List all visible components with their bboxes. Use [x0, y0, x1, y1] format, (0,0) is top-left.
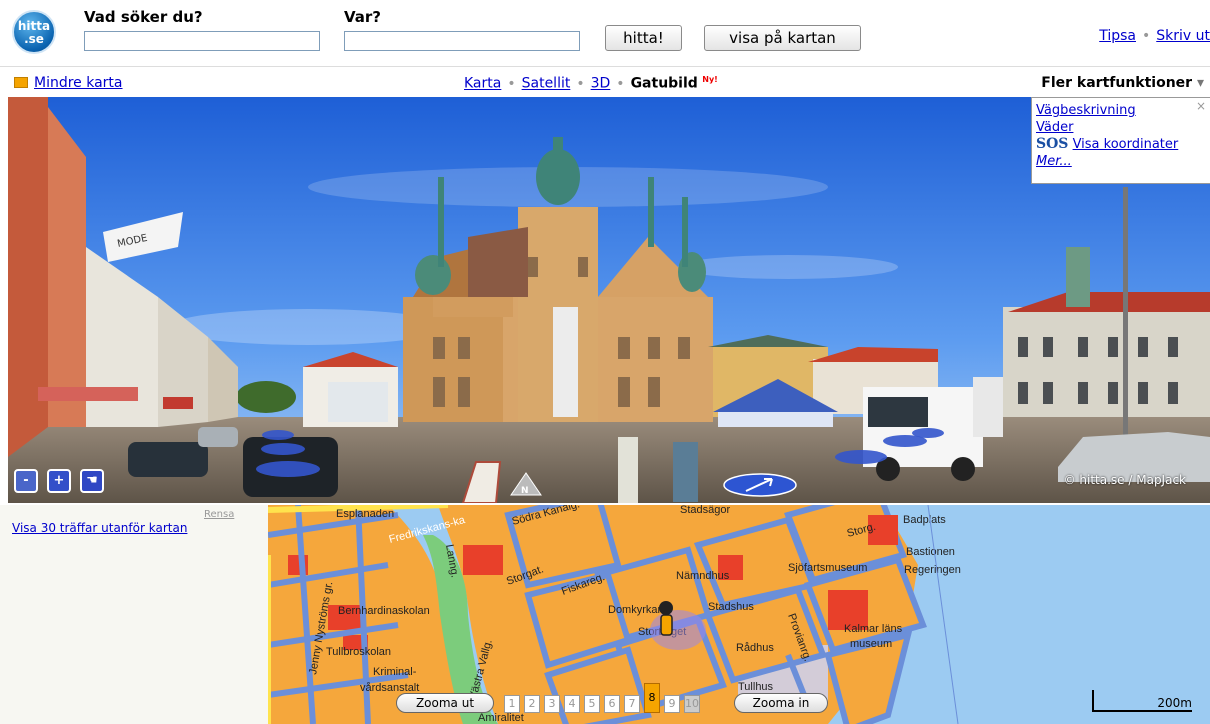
- more-map-functions[interactable]: Fler kartfunktioner ▾: [1041, 75, 1204, 91]
- clear-link[interactable]: Rensa: [204, 509, 234, 520]
- map-label-kalmar-lans: Kalmar läns: [844, 623, 903, 635]
- map-label-stadshus: Stadshus: [708, 601, 754, 613]
- close-icon[interactable]: ×: [1196, 98, 1206, 115]
- zoom-level-4[interactable]: 4: [564, 695, 580, 713]
- separator: •: [1141, 28, 1151, 44]
- more-link[interactable]: Mer...: [1036, 153, 1206, 170]
- map-label-sjofartsmuseum: Sjöfartsmuseum: [788, 562, 867, 574]
- map-label-esplanaden: Esplanaden: [336, 508, 394, 520]
- tipsa-link[interactable]: Tipsa: [1099, 28, 1136, 44]
- zoom-level-3[interactable]: 3: [544, 695, 560, 713]
- photo-copyright: © hitta.se / MapJack: [1063, 473, 1186, 487]
- map-label-domkyrkan: Domkyrkan: [608, 604, 664, 616]
- zoom-level-2[interactable]: 2: [524, 695, 540, 713]
- zoom-level-9[interactable]: 9: [664, 695, 680, 713]
- more-functions-popup: × Vägbeskrivning Väder SOS Visa koordina…: [1031, 97, 1210, 184]
- hitta-logo[interactable]: hitta .se: [12, 10, 56, 54]
- map-label-tullhus: Tullhus: [738, 681, 774, 693]
- print-link[interactable]: Skriv ut: [1156, 28, 1210, 44]
- separator: •: [576, 75, 585, 92]
- results-panel: [0, 505, 268, 724]
- search-button[interactable]: hitta!: [605, 25, 682, 51]
- more-map-functions-label: Fler kartfunktioner: [1041, 75, 1193, 91]
- map-label-museum: museum: [850, 638, 892, 650]
- map-label-tullbroskolan: Tullbroskolan: [326, 646, 391, 658]
- zoom-level-1[interactable]: 1: [504, 695, 520, 713]
- zoom-level-8[interactable]: 8: [644, 683, 660, 713]
- dropdown-arrow-icon: ▾: [1196, 75, 1204, 91]
- map-scale: 200m: [1092, 690, 1192, 712]
- city-map[interactable]: Esplanaden Fredrikskans-ka Södra Kanalg.…: [268, 505, 1210, 724]
- smaller-map-link[interactable]: Mindre karta: [34, 75, 123, 91]
- zoom-level-5[interactable]: 5: [584, 695, 600, 713]
- separator: •: [507, 75, 516, 92]
- view-switcher: Karta • Satellit • 3D • Gatubild Ny!: [464, 75, 718, 92]
- map-label-bastionen: Bastionen: [906, 546, 955, 558]
- map-label-amiralitet: Amiralitet: [478, 712, 524, 724]
- separator: •: [616, 75, 625, 92]
- sos-logo: SOS: [1036, 136, 1069, 152]
- zoom-level-7[interactable]: 7: [624, 695, 640, 713]
- compass-label: N: [521, 486, 529, 496]
- map-label-namndhus: Nämndhus: [676, 570, 730, 582]
- show-outside-results-link[interactable]: Visa 30 träffar utanför kartan: [12, 521, 187, 535]
- hand-pan-icon[interactable]: ☚: [80, 469, 104, 493]
- map-label-radhus: Rådhus: [736, 642, 774, 654]
- map-label-kriminal: Kriminal-: [373, 666, 417, 678]
- zoom-level-6[interactable]: 6: [604, 695, 620, 713]
- new-badge: Ny!: [702, 75, 718, 84]
- header-links: Tipsa • Skriv ut: [1099, 28, 1210, 44]
- map-label-stadsagor: Stadsägor: [680, 505, 730, 516]
- zoom-in-photo-icon[interactable]: +: [47, 469, 71, 493]
- map-label-regeringen: Regeringen: [904, 564, 961, 576]
- header-bar: hitta .se Vad söker du? Var? hitta! visa …: [0, 0, 1210, 64]
- view-3d[interactable]: 3D: [591, 76, 611, 92]
- street-view-panorama[interactable]: MODE N - + ☚ © hitta.se / MapJack: [8, 97, 1210, 503]
- view-gatubild[interactable]: Gatubild: [631, 76, 698, 92]
- map-label-bernhardinaskolan: Bernhardinaskolan: [338, 605, 430, 617]
- map-label-badplats: Badplats: [903, 514, 946, 526]
- zoom-out-button[interactable]: Zooma ut: [396, 693, 494, 713]
- zoom-out-photo-icon[interactable]: -: [14, 469, 38, 493]
- person-marker-icon[interactable]: [659, 601, 673, 615]
- show-coordinates-link[interactable]: Visa koordinater: [1073, 137, 1179, 152]
- where-input[interactable]: [344, 31, 580, 51]
- where-label: Var?: [344, 8, 382, 26]
- map-canvas: Esplanaden Fredrikskans-ka Södra Kanalg.…: [268, 505, 1210, 724]
- map-view-bar: Mindre karta Karta • Satellit • 3D • Gatubild …: [0, 66, 1210, 97]
- route-link[interactable]: Vägbeskrivning: [1036, 102, 1206, 119]
- weather-link[interactable]: Väder: [1036, 119, 1206, 136]
- view-satellit[interactable]: Satellit: [522, 76, 571, 92]
- panorama-tools: - + ☚: [14, 469, 113, 493]
- zoom-in-button[interactable]: Zooma in: [734, 693, 828, 713]
- what-label: Vad söker du?: [84, 8, 203, 26]
- what-input[interactable]: [84, 31, 320, 51]
- zoom-level-10[interactable]: 10: [684, 695, 700, 713]
- panorama-image: MODE N: [8, 97, 1210, 503]
- small-map-icon: [14, 77, 28, 88]
- show-on-map-button[interactable]: visa på kartan: [704, 25, 861, 51]
- view-karta[interactable]: Karta: [464, 76, 501, 92]
